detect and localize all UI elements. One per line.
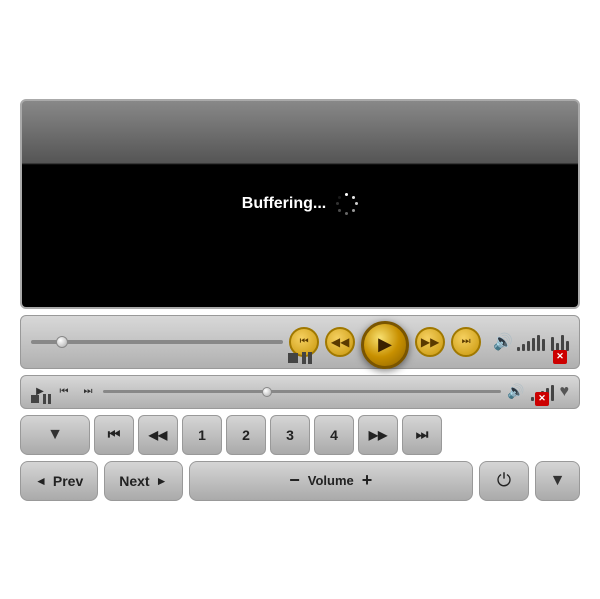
- track-4-button[interactable]: 4: [314, 415, 354, 455]
- video-screen: Buffering...: [20, 99, 580, 309]
- bottom-dropdown-button[interactable]: ▼: [535, 461, 580, 501]
- prev-button[interactable]: ◄ Prev: [20, 461, 98, 501]
- mute-badge[interactable]: ✕: [553, 350, 567, 364]
- power-button[interactable]: ⏻: [479, 461, 529, 501]
- dropdown-button[interactable]: ▼: [20, 415, 90, 455]
- mini-skip-next-button[interactable]: ⏭: [79, 383, 97, 401]
- player-wrapper: Buffering... ⏮ ◀◀ ▶ ▶▶ ⏭: [20, 99, 580, 501]
- seek-handle[interactable]: [56, 336, 68, 348]
- track-3-button[interactable]: 3: [270, 415, 310, 455]
- mini-mute-badge[interactable]: ✕: [535, 392, 549, 406]
- prev-arrow-icon: ◄: [35, 474, 47, 488]
- seek-bar[interactable]: [31, 340, 283, 344]
- heart-icon[interactable]: ♥: [560, 383, 570, 401]
- bottom-nav-row: ◄ Prev Next ► − Volume + ⏻ ▼: [20, 461, 580, 501]
- spinner: [336, 193, 358, 215]
- x-icon: ✕: [556, 351, 564, 362]
- buffering-area: Buffering...: [242, 193, 358, 215]
- power-icon: ⏻: [497, 470, 511, 491]
- stop-pause-group: [288, 352, 312, 364]
- track-1-button[interactable]: 1: [182, 415, 222, 455]
- volume-control-bar[interactable]: − Volume +: [189, 461, 474, 501]
- pause-button[interactable]: [302, 352, 312, 364]
- prev-label: Prev: [53, 473, 83, 489]
- play-button[interactable]: ▶: [361, 321, 409, 369]
- volume-icon: 🔊: [493, 332, 513, 352]
- bottom-dropdown-arrow-icon: ▼: [550, 472, 566, 490]
- mini-skip-prev-button[interactable]: ⏮: [55, 383, 73, 401]
- next-button[interactable]: Next ►: [104, 461, 182, 501]
- mini-controls-bar: ▶ ⏮ ⏭ 🔊 ♥ ✕: [20, 375, 580, 409]
- equalizer-icon[interactable]: [551, 333, 569, 351]
- mini-x-icon: ✕: [538, 393, 546, 404]
- next-label: Next: [119, 473, 149, 489]
- fastforward-button[interactable]: ▶▶: [415, 327, 445, 357]
- volume-bars: [517, 333, 545, 351]
- buffering-label: Buffering...: [242, 195, 326, 213]
- mini-pause-button[interactable]: [43, 394, 51, 404]
- stop-button[interactable]: [288, 353, 298, 363]
- track-2-button[interactable]: 2: [226, 415, 266, 455]
- rewind-track-button[interactable]: ◀◀: [138, 415, 178, 455]
- volume-label: Volume: [308, 473, 354, 488]
- rewind-button[interactable]: ◀◀: [325, 327, 355, 357]
- mini-stop-button[interactable]: [31, 395, 39, 403]
- volume-minus-icon[interactable]: −: [289, 470, 300, 491]
- skip-next-button[interactable]: ⏭: [451, 327, 481, 357]
- fastforward-track-button[interactable]: ▶▶: [358, 415, 398, 455]
- skip-prev-track-button[interactable]: ⏮: [94, 415, 134, 455]
- mini-seek-bar[interactable]: [103, 390, 501, 393]
- mini-volume-icon: 🔊: [507, 383, 524, 400]
- play-icon: ▶: [378, 334, 392, 355]
- track-buttons-row: ▼ ⏮ ◀◀ 1 2 3 4 ▶▶ ⏭: [20, 415, 580, 455]
- volume-plus-icon[interactable]: +: [362, 470, 373, 491]
- skip-next-track-button[interactable]: ⏭: [402, 415, 442, 455]
- mini-seek-handle[interactable]: [262, 387, 272, 397]
- main-controls-bar: ⏮ ◀◀ ▶ ▶▶ ⏭ 🔊 ✕: [20, 315, 580, 369]
- next-arrow-icon: ►: [156, 474, 168, 488]
- dropdown-arrow-icon: ▼: [47, 426, 63, 444]
